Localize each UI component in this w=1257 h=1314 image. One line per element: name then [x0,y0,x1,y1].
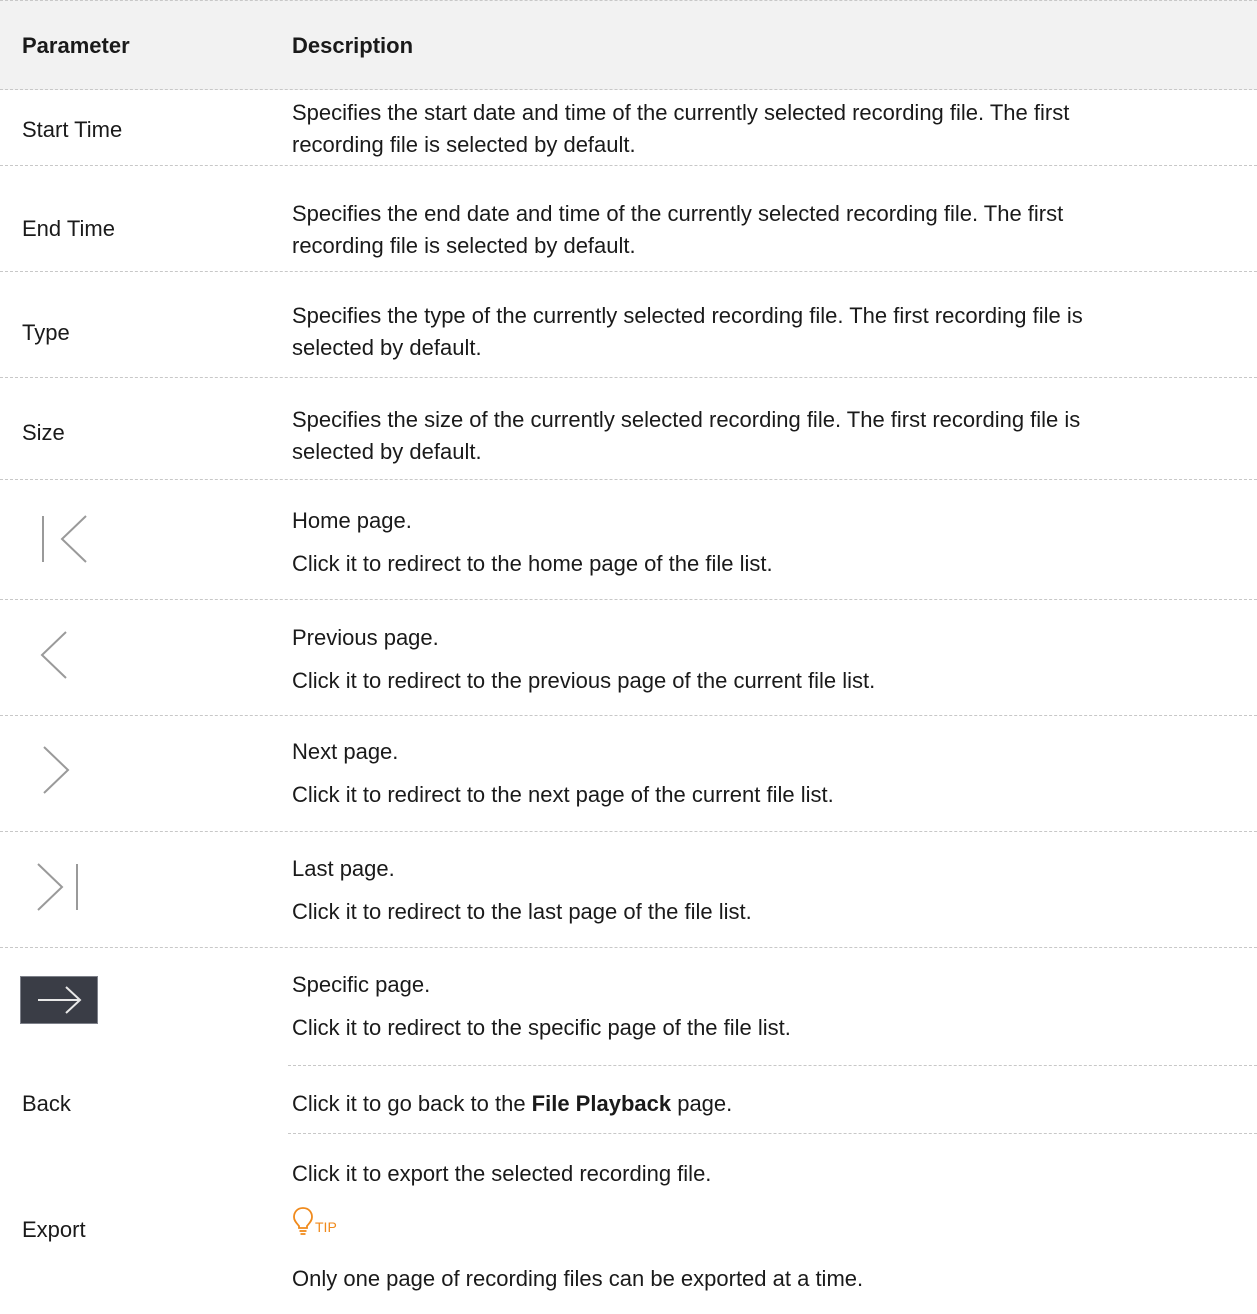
table-row: Export Click it to export the selected r… [0,1134,1257,1314]
description-back: Click it to go back to the File Playback… [292,1091,733,1116]
description-end-time: Specifies the end date and time of the c… [292,201,1064,258]
last-page-icon [37,863,78,911]
table-row: Type Specifies the type of the currently… [0,272,1257,378]
header-parameter: Parameter [22,33,130,58]
table-row: Next page. Click it to redirect to the n… [0,716,1257,832]
table-row: Last page. Click it to redirect to the l… [0,832,1257,948]
table-row: Home page. Click it to redirect to the h… [0,480,1257,600]
go-to-page-icon [20,976,98,1024]
file-playback-label: File Playback [531,1091,672,1116]
parameter-back: Back [22,1091,71,1116]
description-start-time: Specifies the start date and time of the… [292,100,1070,157]
lightbulb-icon [293,1207,313,1235]
first-page-icon [42,515,87,563]
next-page-icon [43,746,70,794]
description-specific-page: Specific page. Click it to redirect to t… [292,972,791,1040]
description-export: Click it to export the selected recordin… [292,1158,1237,1295]
table-row: Previous page. Click it to redirect to t… [0,600,1257,716]
table-row: Specific page. Click it to redirect to t… [0,948,1257,1066]
description-type: Specifies the type of the currently sele… [292,303,1083,360]
previous-page-icon [40,631,67,679]
description-home-page: Home page. Click it to redirect to the h… [292,508,773,576]
header-description: Description [292,33,414,58]
table-row: Size Specifies the size of the currently… [0,378,1257,480]
parameter-start-time: Start Time [22,117,123,142]
table-row: End Time Specifies the end date and time… [0,166,1257,272]
description-previous-page: Previous page. Click it to redirect to t… [292,625,876,693]
parameter-export: Export [22,1217,86,1242]
description-next-page: Next page. Click it to redirect to the n… [292,739,834,807]
parameter-size: Size [22,420,65,445]
table-header: Parameter Description [0,0,1257,90]
tip-callout: TIP [292,1204,1237,1236]
description-last-page: Last page. Click it to redirect to the l… [292,856,752,924]
parameter-end-time: End Time [22,216,115,241]
table-row: Start Time Specifies the start date and … [0,90,1257,166]
parameter-type: Type [22,320,70,345]
tip-label: TIP [315,1219,337,1235]
description-size: Specifies the size of the currently sele… [292,407,1081,464]
